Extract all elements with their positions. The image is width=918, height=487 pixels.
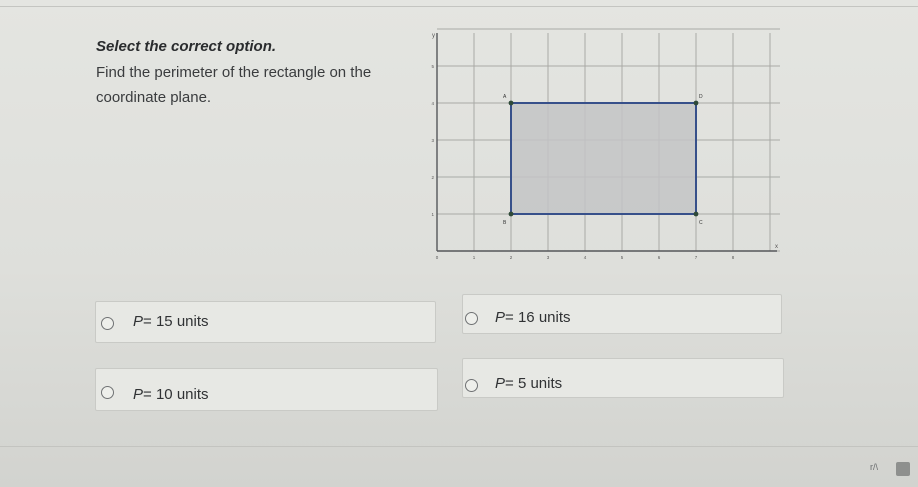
option-p-15-label: P= 15 units — [133, 313, 209, 330]
quiz-page: Select the correct option. Find the peri… — [0, 0, 918, 487]
option-p-10-radio[interactable] — [101, 386, 114, 399]
option-p-10-label: P= 10 units — [133, 386, 209, 403]
option-p-10[interactable]: P= 10 units — [95, 368, 438, 411]
option-eq: = 10 — [143, 386, 173, 403]
y-tick-label: 5 — [431, 64, 434, 69]
coordinate-plane-svg: y x 0 1 2 3 4 5 6 7 8 1 2 3 4 5 A D C B — [431, 28, 780, 260]
option-eq: = 16 — [505, 309, 535, 326]
vertex-label: A — [503, 94, 507, 100]
option-var: P — [133, 313, 144, 330]
x-tick-label: 0 — [436, 255, 439, 260]
option-eq: = 5 — [505, 375, 527, 392]
y-tick-label: 2 — [431, 175, 434, 180]
bottom-divider — [0, 446, 918, 447]
rectangle-abcd — [510, 102, 697, 215]
vertex-point — [508, 211, 514, 217]
vertex-point — [508, 100, 514, 106]
option-p-5[interactable]: P= 5 units — [462, 358, 784, 398]
vertex-point — [693, 100, 699, 106]
vertex-point — [693, 211, 699, 217]
option-p-16[interactable]: P= 16 units — [462, 294, 782, 334]
option-var: P — [133, 386, 144, 403]
vertex-label: D — [699, 94, 703, 100]
x-tick-label: 2 — [510, 255, 513, 260]
option-unit: units — [176, 386, 209, 403]
vertex-label: B — [503, 220, 507, 226]
option-p-5-radio[interactable] — [465, 379, 478, 392]
option-var: P — [495, 375, 506, 392]
option-unit: units — [176, 313, 209, 330]
instruction-text: Select the correct option. — [96, 38, 277, 55]
y-axis-label: y — [432, 33, 435, 39]
corner-square-icon — [896, 462, 910, 476]
option-unit: units — [530, 375, 563, 392]
option-p-15[interactable]: P= 15 units — [95, 301, 436, 343]
coordinate-plane: y x 0 1 2 3 4 5 6 7 8 1 2 3 4 5 A D C B — [425, 25, 785, 270]
y-tick-label: 4 — [431, 101, 434, 106]
question-text: Find the perimeter of the rectangle on t… — [96, 64, 372, 106]
top-divider — [0, 6, 918, 7]
x-tick-label: 8 — [732, 255, 735, 260]
option-p-15-radio[interactable] — [101, 317, 114, 330]
x-tick-label: 4 — [584, 255, 587, 260]
option-p-16-label: P= 16 units — [495, 309, 571, 326]
x-tick-label: 6 — [658, 255, 661, 260]
option-unit: units — [538, 309, 571, 326]
option-p-5-label: P= 5 units — [495, 375, 562, 392]
x-tick-label: 3 — [547, 255, 550, 260]
option-var: P — [495, 309, 506, 326]
x-axis-label: x — [775, 244, 778, 250]
x-tick-label: 1 — [473, 255, 476, 260]
corner-glyph: r/\ — [870, 462, 878, 472]
x-tick-label: 5 — [621, 255, 624, 260]
vertex-label: C — [699, 220, 703, 226]
option-p-16-radio[interactable] — [465, 312, 478, 325]
x-tick-label: 7 — [695, 255, 698, 260]
y-tick-label: 1 — [431, 212, 434, 217]
y-tick-label: 3 — [431, 138, 434, 143]
option-eq: = 15 — [143, 313, 173, 330]
